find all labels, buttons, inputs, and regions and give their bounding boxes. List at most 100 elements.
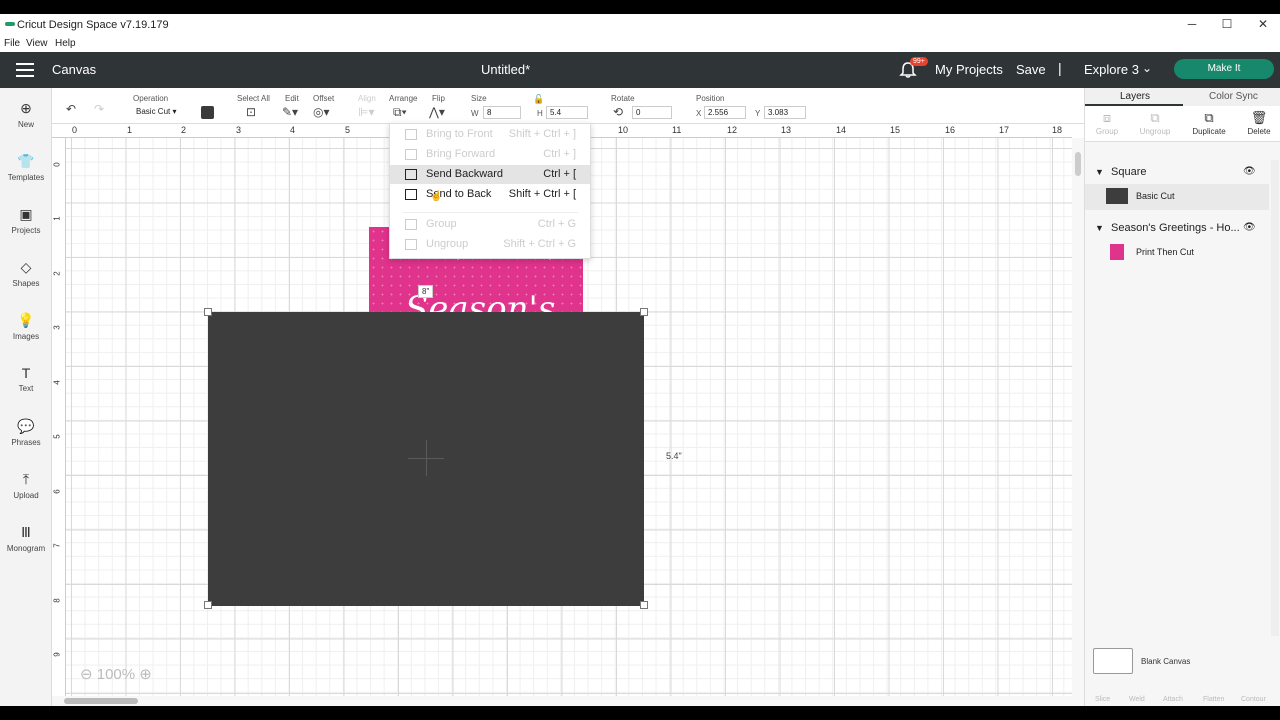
menu-item-send-to-back[interactable]: Send to Back Shift + Ctrl + [ [390,185,590,204]
ungroup-button: ⧉ Ungroup [1135,110,1175,136]
sidebar-item-templates[interactable]: 👕 Templates [0,153,52,182]
tab-layers[interactable]: Layers [1120,91,1150,102]
x-position-input[interactable]: 2.556 [704,106,746,119]
tool-label: Group [1095,127,1119,136]
left-sidebar: ⊕ New 👕 Templates ▣ Projects ◇ Shapes 💡 Image… [0,88,52,706]
app-header: Canvas Untitled* 99+ My Projects Save | … [0,52,1280,88]
sidebar-item-monogram[interactable]: Ⅲ Monogram [0,524,52,553]
menu-view[interactable]: View [26,38,48,49]
ruler-tick: 1 [52,216,62,221]
screen-border [0,706,1280,720]
resize-handle[interactable] [204,601,212,609]
rotate-input[interactable]: 0 [632,106,672,119]
menu-item-label: Send Backward [426,168,504,180]
operation-select[interactable]: Basic Cut ▾ [133,106,195,119]
minimize-button[interactable]: ─ [1185,17,1199,31]
chevron-down-icon[interactable]: ⌄ [1142,61,1152,75]
sidebar-item-phrases[interactable]: 💬 Phrases [0,418,52,447]
width-dimension-tag: 8" [418,285,434,298]
delete-button[interactable]: 🗑 Delete [1239,110,1279,136]
layer-header[interactable]: ▼ Square 👁 [1085,162,1269,184]
machine-selector[interactable]: Explore 3 [1084,62,1139,77]
zoom-out-icon[interactable]: ⊖ [80,666,93,683]
save-button[interactable]: Save [1016,62,1046,77]
shapes-icon: ◇ [20,259,32,275]
height-input[interactable]: 5.4 [546,106,588,119]
arrange-icon[interactable]: ⧉▾ [393,105,407,120]
chevron-down-icon[interactable]: ▼ [1095,167,1104,177]
panel-scrollbar[interactable] [1271,160,1279,636]
layers-panel: Layers Color Sync ⧈ Group ⧉ Ungroup ⧉ Dupli… [1084,88,1280,706]
offset-icon[interactable]: ◎▾ [313,105,330,119]
close-window-button[interactable]: ✕ [1256,17,1270,31]
ruler-tick: 7 [52,543,62,548]
bring-forward-icon [405,149,417,160]
width-input[interactable]: 8 [483,106,521,119]
sidebar-item-new[interactable]: ⊕ New [0,100,52,129]
speech-bubble-icon: 💬 [17,418,35,434]
ruler-tick: 2 [181,125,187,135]
ruler-tick: 5 [52,434,62,439]
tool-label: Delete [1247,127,1271,136]
menu-item-label: Bring to Front [426,128,493,140]
layer-operation: Print Then Cut [1136,247,1194,257]
ruler-tick: 3 [52,325,62,330]
operation-color-swatch[interactable] [201,106,214,119]
layer-item[interactable]: Basic Cut [1085,184,1269,210]
hamburger-menu-icon[interactable] [16,63,34,77]
vertical-scrollbar[interactable] [1072,138,1084,706]
make-it-button[interactable]: Make It [1174,59,1274,79]
ruler-tick: 13 [781,125,792,135]
layer-name: Season's Greetings - Ho... [1111,222,1240,234]
resize-handle[interactable] [640,308,648,316]
maximize-button[interactable]: ☐ [1220,17,1234,31]
send-backward-icon [405,169,417,180]
flip-icon[interactable]: ⋀▾ [429,105,445,119]
sidebar-item-text[interactable]: T Text [0,365,52,393]
edit-pen-icon[interactable]: ✎▾ [282,105,298,119]
zoom-in-icon[interactable]: ⊕ [139,666,152,683]
sidebar-item-projects[interactable]: ▣ Projects [0,206,52,235]
my-projects-link[interactable]: My Projects [935,62,1003,77]
projects-icon: ▣ [19,206,33,222]
ruler-tick: 2 [52,271,62,276]
resize-handle[interactable] [204,308,212,316]
menu-file[interactable]: File [4,38,20,49]
menu-item-ungroup: Ungroup Shift + Ctrl + G [390,235,590,254]
tab-color-sync[interactable]: Color Sync [1209,91,1258,102]
group-icon [405,219,417,230]
position-label: Position [696,94,725,103]
layer-header[interactable]: ▼ Season's Greetings - Ho... 👁 [1085,218,1269,240]
edit-label: Edit [285,94,299,103]
blank-canvas-swatch[interactable] [1093,648,1133,674]
y-position-input[interactable]: 3.083 [764,106,806,119]
group-icon: ⧈ [1102,110,1112,125]
attach-button: Attach [1163,696,1183,703]
size-label: Size [471,94,487,103]
sidebar-item-shapes[interactable]: ◇ Shapes [0,259,52,288]
ruler-tick: 17 [999,125,1010,135]
menu-item-shortcut: Ctrl + [ [543,168,576,180]
resize-handle[interactable] [640,601,648,609]
select-all-icon[interactable]: ⊡ [246,105,256,119]
eye-icon[interactable]: 👁 [1243,166,1256,177]
lock-icon[interactable]: 🔓 [533,94,544,105]
undo-icon[interactable]: ↶ [66,102,76,116]
menu-item-bring-to-front: Bring to Front Shift + Ctrl + ] [390,125,590,144]
contour-button: Contour [1241,696,1266,703]
ruler-tick: 0 [52,162,62,167]
horizontal-scrollbar[interactable] [52,696,1072,706]
sidebar-item-images[interactable]: 💡 Images [0,312,52,341]
menu-help[interactable]: Help [55,38,76,49]
layer-tools: ⧈ Group ⧉ Ungroup ⧉ Duplicate 🗑 Delete [1085,106,1280,142]
duplicate-button[interactable]: ⧉ Duplicate [1189,110,1229,136]
scroll-thumb[interactable] [64,698,138,704]
chevron-down-icon[interactable]: ▼ [1095,223,1104,233]
sidebar-item-upload[interactable]: ⤒ Upload [0,471,52,500]
menu-item-group: Group Ctrl + G [390,215,590,234]
scroll-thumb[interactable] [1075,152,1081,176]
menu-item-send-backward[interactable]: Send Backward Ctrl + [ [390,165,590,184]
layer-item[interactable]: Print Then Cut [1085,240,1269,266]
sidebar-label: Projects [11,226,41,235]
eye-icon[interactable]: 👁 [1243,222,1256,233]
